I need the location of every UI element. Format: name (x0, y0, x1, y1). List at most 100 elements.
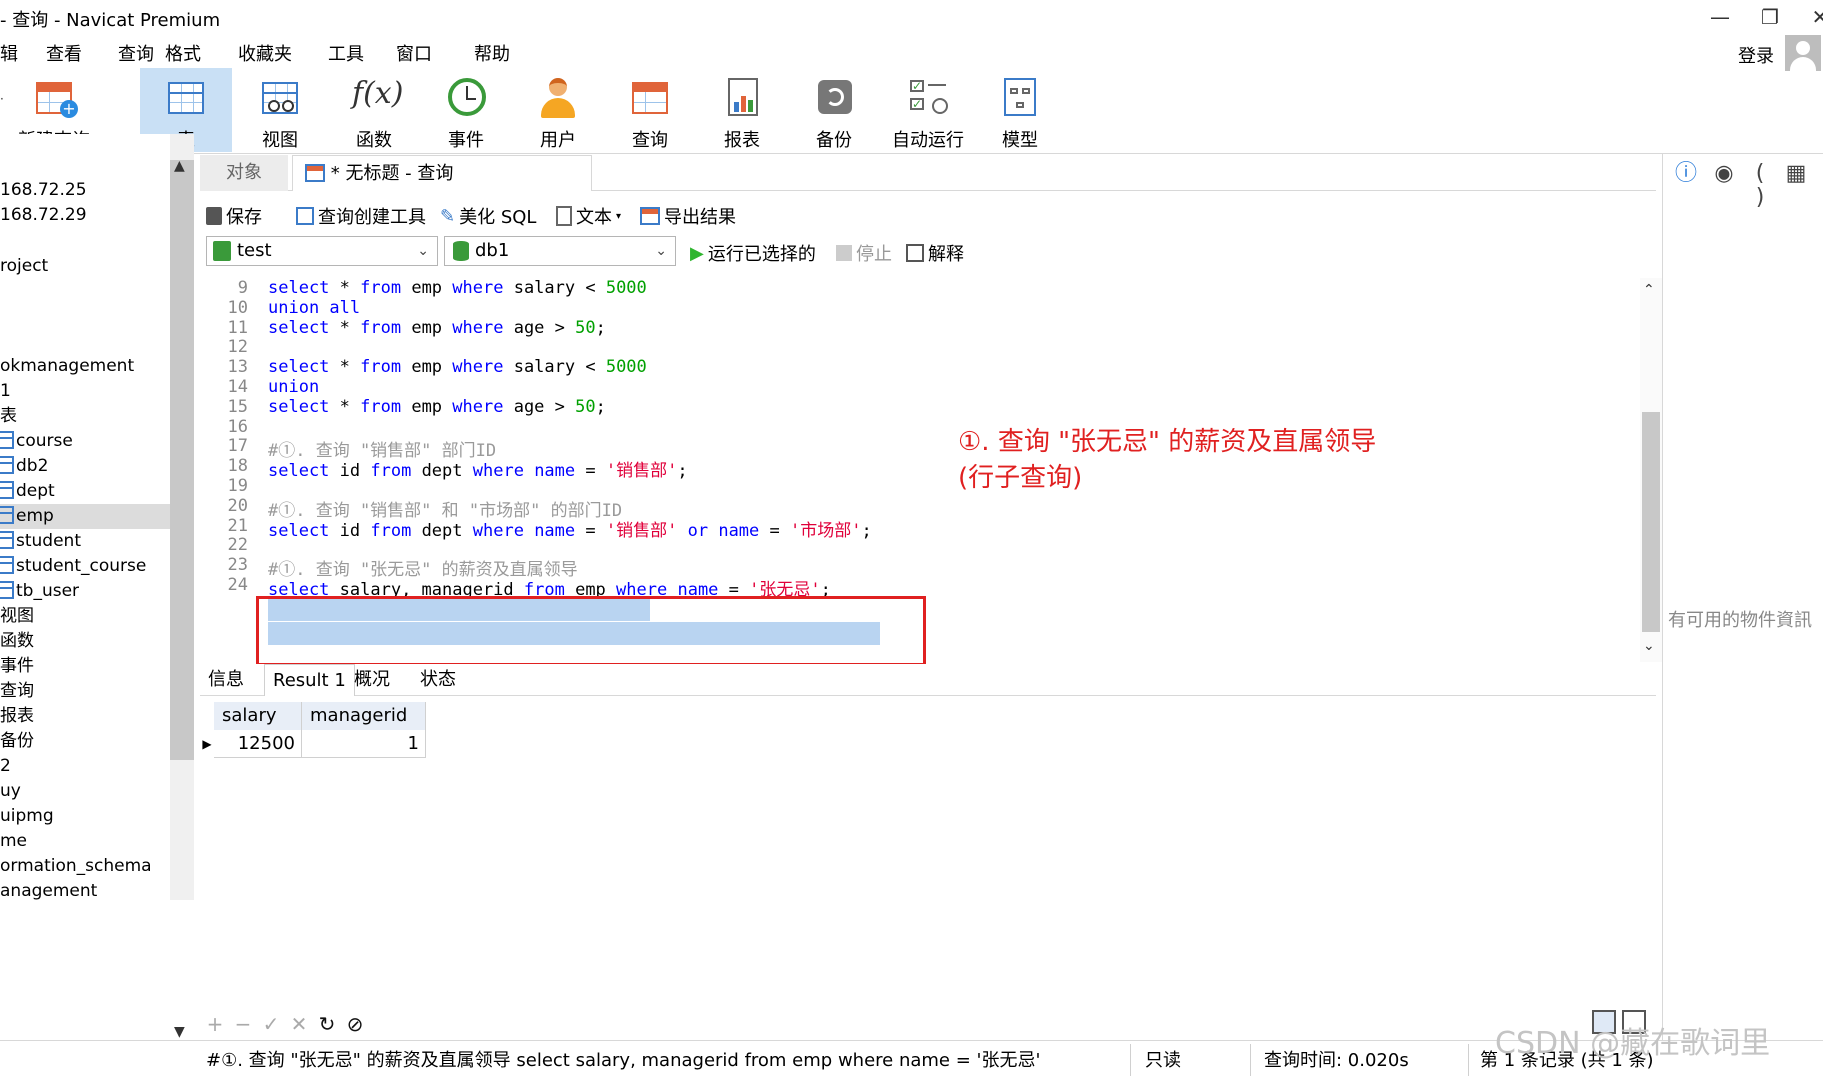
tree-table-dept[interactable]: dept (0, 479, 170, 504)
auto-run-button[interactable]: ✓ ✓ 自动运行 (882, 68, 974, 152)
scroll-up-icon[interactable]: ⌃ (1643, 282, 1655, 298)
menu-view[interactable]: 查看 (46, 40, 82, 66)
tree-item[interactable]: 函数 (0, 629, 170, 654)
sidebar-scroll-thumb[interactable] (170, 160, 194, 760)
tree-item[interactable]: uipmg (0, 804, 170, 829)
info-icon[interactable]: ⓘ (1674, 162, 1698, 186)
code-line[interactable]: select * from emp where salary < 5000 (268, 357, 647, 377)
minimize-button[interactable]: — (1695, 0, 1745, 34)
tree-item[interactable]: 2 (0, 754, 170, 779)
explain-icon (906, 244, 924, 262)
code-line[interactable]: select * from emp where age > 50; (268, 318, 606, 338)
tree-item[interactable]: 1 (0, 379, 170, 404)
report-button[interactable]: 报表 (696, 68, 788, 152)
tree-item[interactable]: me (0, 829, 170, 854)
ddl-icon[interactable]: ( ) (1748, 162, 1772, 210)
close-button[interactable]: ✕ (1795, 0, 1823, 34)
stop-button[interactable]: 停止 (836, 240, 892, 266)
tree-item[interactable]: 168.72.25 (0, 178, 170, 203)
stop-query-icon[interactable]: ⊘ (342, 1012, 368, 1036)
menu-query[interactable]: 查询 (118, 40, 154, 66)
tab-status[interactable]: 状态 (412, 664, 464, 696)
menu-format[interactable]: 格式 (165, 40, 201, 66)
query-builder-button[interactable]: 查询创建工具 (296, 203, 426, 229)
main-toolbar: + 新建查询 表 视图 f(x) 函数 事件 用户 (0, 68, 1823, 154)
login-link[interactable]: 登录 (1738, 42, 1774, 68)
tree-item[interactable]: 视图 (0, 604, 170, 629)
tree-item[interactable]: 事件 (0, 654, 170, 679)
user-button[interactable]: 用户 (512, 68, 604, 152)
export-results-button[interactable]: 导出结果 (640, 203, 736, 229)
scroll-down-icon[interactable]: ▼ (174, 1024, 185, 1040)
tree-item[interactable]: 报表 (0, 704, 170, 729)
tree-item[interactable]: ormation_schema (0, 854, 170, 879)
tab-result-1[interactable]: Result 1 (264, 664, 355, 696)
delete-record-icon[interactable]: − (230, 1012, 256, 1036)
avatar-icon[interactable] (1785, 35, 1821, 71)
connection-select[interactable]: test ⌄ (206, 236, 438, 266)
code-line[interactable]: select * from emp where salary < 5000 (268, 278, 647, 298)
line-number: 16 (227, 417, 248, 437)
table-cell[interactable]: 1 (302, 730, 426, 758)
table-icon (0, 506, 14, 524)
chevron-down-icon: ⌄ (655, 243, 667, 259)
line-number: 17 (227, 436, 248, 456)
layout-icon[interactable]: ▦ (1784, 162, 1808, 186)
query-button[interactable]: 查询 (604, 68, 696, 152)
beautify-sql-button[interactable]: ✎ 美化 SQL (440, 203, 536, 229)
add-record-icon[interactable]: + (202, 1012, 228, 1036)
tree-item[interactable]: uy (0, 779, 170, 804)
save-icon (206, 207, 222, 225)
tree-item[interactable]: roject (0, 254, 170, 279)
view-button[interactable]: 视图 (234, 68, 326, 152)
tree-table-student[interactable]: student (0, 529, 170, 554)
column-header-salary[interactable]: salary (214, 702, 302, 730)
code-line[interactable]: select id from dept where name = '销售部' o… (268, 516, 872, 541)
tab-query[interactable]: * 无标题 - 查询 (292, 155, 592, 191)
tree-item[interactable]: 查询 (0, 679, 170, 704)
menu-window[interactable]: 窗口 (396, 40, 432, 66)
code-line[interactable]: union all (268, 298, 360, 318)
model-button[interactable]: 模型 (974, 68, 1066, 152)
tab-profile[interactable]: 概况 (346, 664, 398, 696)
scroll-down-icon[interactable]: ⌄ (1643, 638, 1655, 654)
tree-table-tb-user[interactable]: tb_user (0, 579, 170, 604)
event-button[interactable]: 事件 (420, 68, 512, 152)
preview-icon[interactable]: ◉ (1712, 162, 1736, 186)
toolbar-overflow-icon[interactable]: · (0, 92, 4, 106)
tree-table-emp[interactable]: emp (0, 504, 170, 529)
explain-button[interactable]: 解释 (906, 240, 964, 266)
run-selected-button[interactable]: ▶ 运行已选择的 (690, 240, 816, 266)
menu-edit[interactable]: 辑 (0, 40, 18, 66)
save-button[interactable]: 保存 (206, 203, 262, 229)
database-select[interactable]: db1 ⌄ (444, 236, 676, 266)
code-line[interactable]: union (268, 377, 319, 397)
tree-table-student-course[interactable]: student_course (0, 554, 170, 579)
tree-table-db2[interactable]: db2 (0, 454, 170, 479)
discard-icon[interactable]: ✕ (286, 1012, 312, 1036)
tab-object[interactable]: 对象 (200, 155, 288, 191)
tree-item[interactable]: 表 (0, 404, 170, 429)
backup-button[interactable]: 备份 (788, 68, 880, 152)
function-button[interactable]: f(x) 函数 (328, 68, 420, 152)
refresh-icon[interactable]: ↻ (314, 1012, 340, 1036)
menu-tools[interactable]: 工具 (328, 40, 364, 66)
restore-button[interactable]: ❐ (1745, 0, 1795, 34)
code-line[interactable]: select id from dept where name = '销售部'; (268, 456, 688, 481)
table-cell[interactable]: 12500 (214, 730, 302, 758)
tree-item[interactable]: anagement (0, 879, 170, 900)
tree-item[interactable]: 168.72.29 (0, 203, 170, 228)
menu-help[interactable]: 帮助 (474, 40, 510, 66)
play-icon: ▶ (690, 242, 704, 264)
text-button[interactable]: 文本 ▾ (556, 203, 621, 229)
tree-item[interactable]: okmanagement (0, 354, 170, 379)
tree-item[interactable]: 备份 (0, 729, 170, 754)
tree-table-course[interactable]: course (0, 429, 170, 454)
scroll-up-icon[interactable]: ▲ (174, 158, 185, 174)
apply-icon[interactable]: ✓ (258, 1012, 284, 1036)
menu-favorites[interactable]: 收藏夹 (238, 40, 292, 66)
code-line[interactable]: select * from emp where age > 50; (268, 397, 606, 417)
tab-info[interactable]: 信息 (200, 664, 252, 696)
column-header-managerid[interactable]: managerid (302, 702, 426, 730)
editor-scroll-thumb[interactable] (1642, 412, 1660, 632)
